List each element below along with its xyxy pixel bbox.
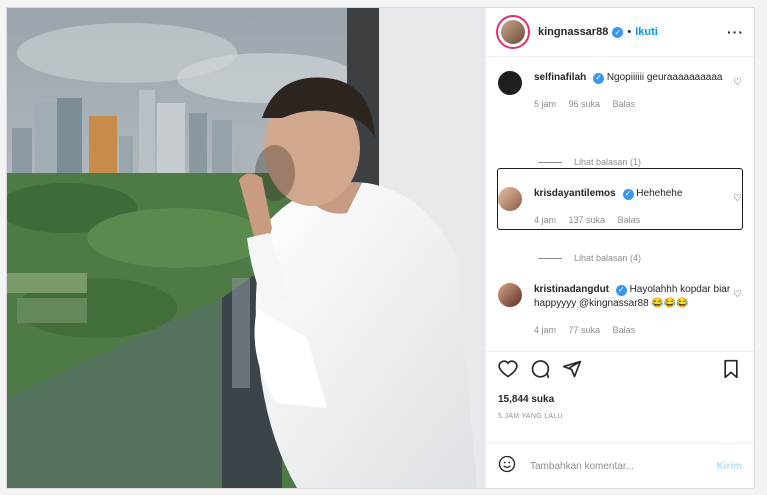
post-card: kingnassar88 ✓ • Ikuti ··· selfinafilah … xyxy=(6,7,755,489)
comment-item: krisdayantilemos ✓ Hehehehe 4 jam 137 su… xyxy=(498,187,744,227)
view-replies-button[interactable]: Lihat balasan (1) xyxy=(538,157,641,167)
comment-body: selfinafilah ✓ Ngopiiiiii geuraaaaaaaaaa… xyxy=(534,71,744,111)
bookmark-icon[interactable] xyxy=(722,359,740,384)
post-actions: 15,844 suka 5 JAM YANG LALU xyxy=(486,351,754,443)
post-sidebar: kingnassar88 ✓ • Ikuti ··· selfinafilah … xyxy=(485,8,754,488)
view-replies-button[interactable]: Lihat balasan (4) xyxy=(538,253,641,263)
post-comment-button[interactable]: Kirim xyxy=(716,461,742,472)
commenter-username[interactable]: krisdayantilemos xyxy=(534,188,616,199)
comment-likes[interactable]: 96 suka xyxy=(569,99,601,109)
commenter-avatar[interactable] xyxy=(498,187,522,211)
reply-button[interactable]: Balas xyxy=(618,215,641,225)
comment-input[interactable] xyxy=(528,459,717,473)
more-icon[interactable]: ··· xyxy=(727,24,744,40)
post-timestamp[interactable]: 5 JAM YANG LALU xyxy=(498,413,742,420)
heart-icon[interactable]: ♡ xyxy=(733,77,742,88)
comment-meta: 4 jam 77 suka Balas xyxy=(534,323,744,337)
comment-meta: 4 jam 137 suka Balas xyxy=(534,213,744,227)
add-comment-bar: Kirim xyxy=(486,443,754,488)
comment-text: Ngopiiiiii geuraaaaaaaaaa xyxy=(606,72,723,83)
commenter-avatar[interactable] xyxy=(498,283,522,307)
comment-body: kristinadangdut ✓ Hayolahhh kopdar biar … xyxy=(534,283,744,337)
comment-likes[interactable]: 77 suka xyxy=(569,325,601,335)
comment-icon[interactable] xyxy=(530,359,550,384)
post-header: kingnassar88 ✓ • Ikuti ··· xyxy=(486,8,754,57)
comment-time[interactable]: 4 jam xyxy=(534,215,556,225)
comment-item: selfinafilah ✓ Ngopiiiiii geuraaaaaaaaaa… xyxy=(498,71,744,111)
likes-count[interactable]: 15,844 suka xyxy=(498,394,742,405)
comment-body: krisdayantilemos ✓ Hehehehe 4 jam 137 su… xyxy=(534,187,744,227)
verified-icon: ✓ xyxy=(622,188,634,200)
commenter-username[interactable]: kristinadangdut xyxy=(534,284,609,295)
verified-icon: ✓ xyxy=(593,72,605,84)
post-photo[interactable] xyxy=(7,8,485,488)
author-avatar[interactable] xyxy=(496,15,530,49)
comment-meta: 5 jam 96 suka Balas xyxy=(534,97,744,111)
commenter-username[interactable]: selfinafilah xyxy=(534,72,586,83)
commenter-avatar[interactable] xyxy=(498,71,522,95)
share-icon[interactable] xyxy=(562,359,582,384)
action-icons xyxy=(498,359,742,384)
separator-dot: • xyxy=(627,26,632,38)
heart-icon[interactable] xyxy=(498,359,518,384)
verified-icon: ✓ xyxy=(615,284,627,296)
avatar-image xyxy=(501,20,525,44)
verified-icon: ✓ xyxy=(612,26,624,38)
photo-image xyxy=(7,8,485,488)
reply-button[interactable]: Balas xyxy=(613,325,636,335)
comment-item: kristinadangdut ✓ Hayolahhh kopdar biar … xyxy=(498,283,744,337)
view-replies-label: Lihat balasan (4) xyxy=(574,253,642,263)
heart-icon[interactable]: ♡ xyxy=(733,193,742,204)
heart-icon[interactable]: ♡ xyxy=(733,289,742,300)
comment-text: Hehehehe xyxy=(636,188,683,199)
view-replies-label: Lihat balasan (1) xyxy=(574,157,642,167)
comment-time[interactable]: 5 jam xyxy=(534,99,556,109)
follow-button[interactable]: Ikuti xyxy=(635,26,658,38)
comment-likes[interactable]: 137 suka xyxy=(569,215,606,225)
emoji-icon[interactable] xyxy=(498,455,516,478)
comment-time[interactable]: 4 jam xyxy=(534,325,556,335)
reply-button[interactable]: Balas xyxy=(613,99,636,109)
author-username[interactable]: kingnassar88 xyxy=(538,26,608,38)
comments-list[interactable]: selfinafilah ✓ Ngopiiiiii geuraaaaaaaaaa… xyxy=(486,57,754,351)
